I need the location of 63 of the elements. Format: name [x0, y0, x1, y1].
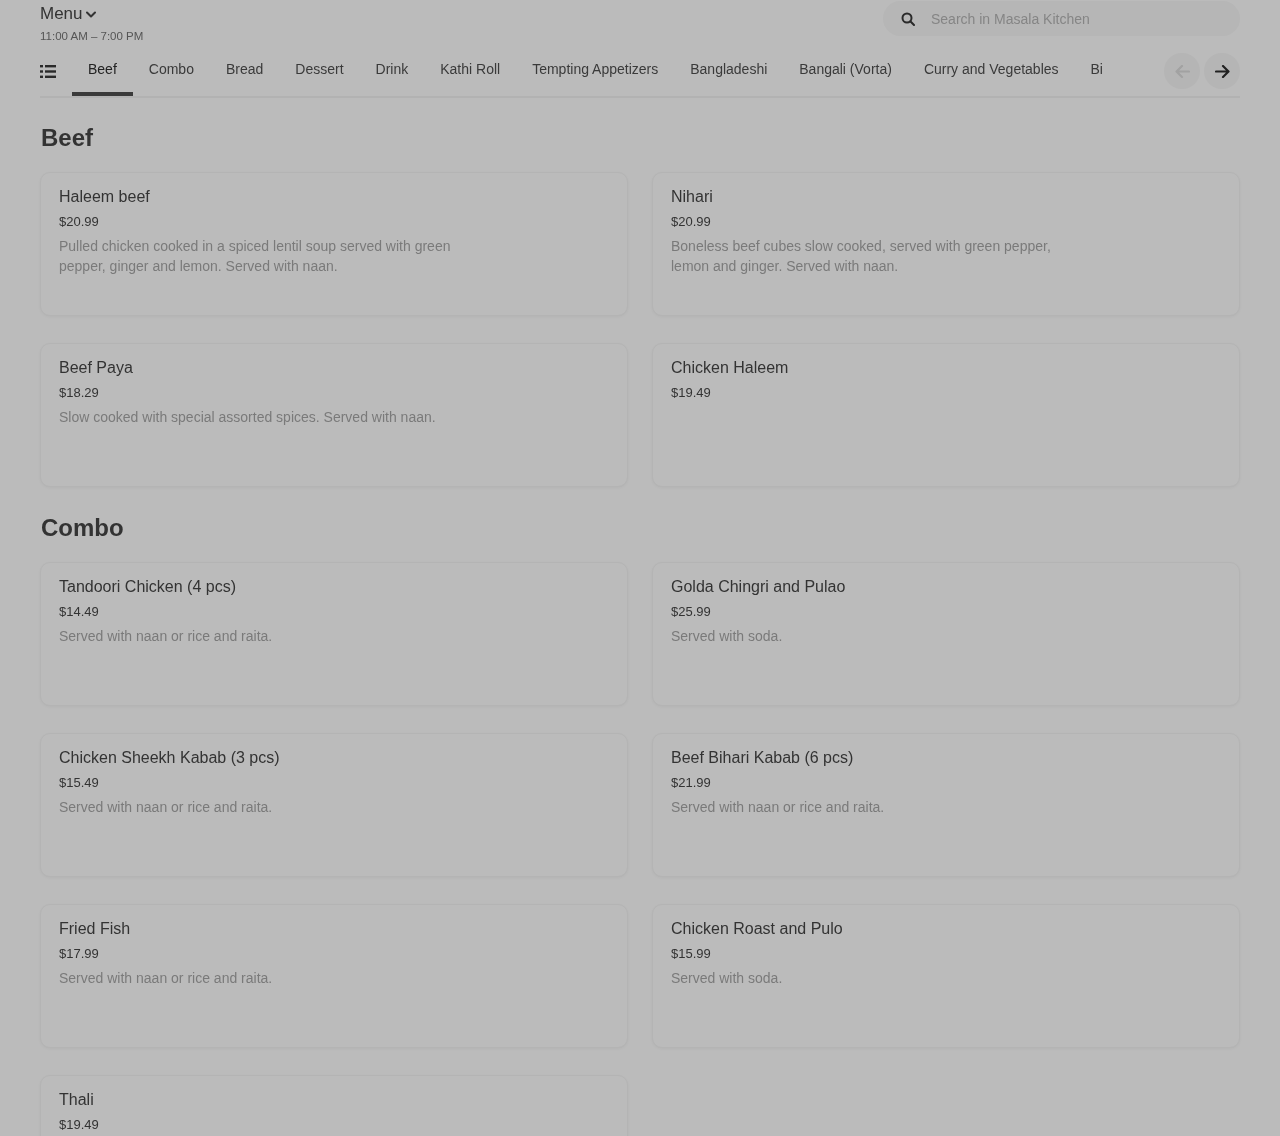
item-price: $14.49	[59, 603, 99, 621]
menu-dropdown-button[interactable]: Menu	[40, 4, 96, 24]
item-price: $20.99	[671, 213, 711, 231]
menu-item-card[interactable]: Golda Chingri and Pulao $25.99 Served with soda.	[652, 562, 1240, 706]
category-list-button[interactable]	[40, 63, 56, 79]
category-tab[interactable]: Kathi Roll	[424, 46, 517, 96]
item-name: Chicken Sheekh Kabab (3 pcs)	[59, 748, 280, 768]
item-price: $19.49	[671, 384, 711, 402]
item-description: Boneless beef cubes slow cooked, served with green pepper, lemon and ginger. Served with naan.	[671, 237, 1052, 276]
item-price: $18.29	[59, 384, 99, 402]
category-tab[interactable]: Bangladeshi	[674, 46, 784, 96]
item-description: Served with naan or rice and raita.	[671, 798, 885, 817]
item-name: Tandoori Chicken (4 pcs)	[59, 577, 236, 597]
item-description: Served with soda.	[671, 627, 783, 646]
item-price: $17.99	[59, 945, 99, 963]
item-name: Haleem beef	[59, 187, 150, 207]
menu-item-card[interactable]: Nihari $20.99 Boneless beef cubes slow cooked, served with green pepper, lemon and ginger. Served with naan.	[652, 172, 1240, 316]
item-description: Pulled chicken cooked in a spiced lentil soup served with green pepper, ginger and lemon. Served with naan.	[59, 237, 452, 276]
menu-item-card[interactable]: Beef Bihari Kabab (6 pcs) $21.99 Served with naan or rice and raita.	[652, 733, 1240, 877]
item-price: $19.49	[59, 1116, 99, 1134]
section-heading: Combo	[41, 514, 125, 542]
item-price: $15.49	[59, 774, 99, 792]
category-tab[interactable]: Dessert	[279, 46, 360, 96]
item-price: $15.99	[671, 945, 711, 963]
menu-item-card[interactable]: Chicken Haleem $19.49	[652, 343, 1240, 487]
scroll-forward-button[interactable]	[1204, 53, 1240, 89]
category-tab[interactable]: Tempting Appetizers	[516, 46, 675, 96]
item-name: Thali	[59, 1090, 94, 1110]
item-name: Chicken Roast and Pulo	[671, 919, 843, 939]
item-name: Beef Paya	[59, 358, 133, 378]
list-icon	[40, 64, 56, 78]
item-name: Fried Fish	[59, 919, 131, 939]
arrow-right-icon	[1214, 64, 1230, 78]
item-description: Served with soda.	[671, 969, 783, 988]
section-heading: Beef	[41, 124, 95, 152]
category-tab[interactable]: Bread	[209, 46, 280, 96]
category-tab[interactable]: Bangali (Vorta)	[783, 46, 908, 96]
category-tab[interactable]: Bi	[1074, 46, 1119, 96]
menu-item-card[interactable]: Haleem beef $20.99 Pulled chicken cooked in a spiced lentil soup served with green pepper, ginger and lemon. Served with naan.	[40, 172, 628, 316]
hours-text: 11:00 AM – 7:00 PM	[40, 29, 144, 44]
menu-item-card[interactable]: Chicken Roast and Pulo $15.99 Served with soda.	[652, 904, 1240, 1048]
item-description: Served with naan or rice and raita.	[59, 627, 273, 646]
category-tab[interactable]: Combo	[132, 46, 210, 96]
menu-item-card[interactable]: Beef Paya $18.29 Slow cooked with special assorted spices. Served with naan.	[40, 343, 628, 487]
item-name: Chicken Haleem	[671, 358, 789, 378]
item-price: $20.99	[59, 213, 99, 231]
menu-item-card[interactable]: Fried Fish $17.99 Served with naan or rice and raita.	[40, 904, 628, 1048]
item-price: $21.99	[671, 774, 711, 792]
item-name: Golda Chingri and Pulao	[671, 577, 846, 597]
item-name: Beef Bihari Kabab (6 pcs)	[671, 748, 854, 768]
menu-item-card[interactable]: Chicken Sheekh Kabab (3 pcs) $15.49 Served with naan or rice and raita.	[40, 733, 628, 877]
category-tab[interactable]: Curry and Vegetables	[907, 46, 1075, 96]
menu-item-card[interactable]: Thali $19.49	[40, 1075, 628, 1136]
item-description: Served with naan or rice and raita.	[59, 798, 273, 817]
item-description: Slow cooked with special assorted spices. Served with naan.	[59, 408, 436, 427]
item-name: Nihari	[671, 187, 713, 207]
chevron-down-icon	[85, 10, 96, 18]
category-tab[interactable]: Drink	[359, 46, 425, 96]
search-icon	[901, 12, 915, 26]
menu-item-card[interactable]: Tandoori Chicken (4 pcs) $14.49 Served with naan or rice and raita.	[40, 562, 628, 706]
item-price: $25.99	[671, 603, 711, 621]
item-description: Served with naan or rice and raita.	[59, 969, 273, 988]
category-tab[interactable]: Beef	[72, 46, 133, 96]
